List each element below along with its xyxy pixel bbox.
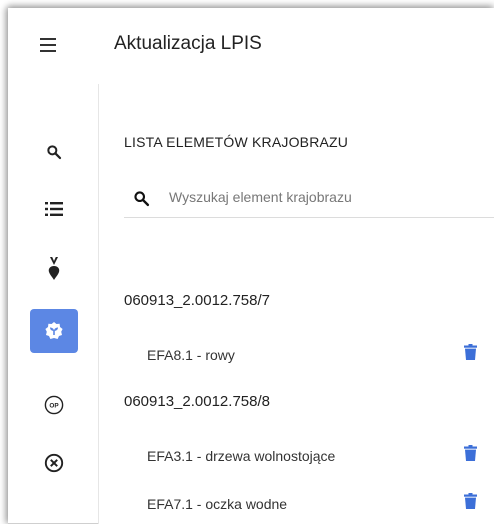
list-icon [45,202,63,216]
op-badge-text: OP [49,402,59,409]
close-circle-icon [44,453,64,473]
sidebar-item-op[interactable]: OP [29,385,79,425]
sidebar-item-list[interactable] [29,189,79,229]
landscape-element-item[interactable]: EFA8.1 - rowy [147,347,235,363]
sidebar-item-close[interactable] [29,443,79,483]
app-window: Aktualizacja LPIS OP LISTA ELEMETÓW KRAJ… [8,8,494,524]
search-underline [124,217,494,218]
search-icon [47,145,62,160]
beetroot-icon [48,257,60,280]
sidebar-item-search[interactable] [29,132,79,172]
op-badge-icon: OP [44,395,64,415]
search-input[interactable] [167,188,491,206]
trash-icon[interactable] [464,445,477,461]
plant-badge-icon [45,322,63,339]
search-icon [134,191,150,207]
hamburger-menu-icon[interactable] [40,38,58,54]
sidebar: OP [8,84,99,524]
page-title: Aktualizacja LPIS [114,33,262,54]
search-box[interactable] [124,180,494,218]
app-header: Aktualizacja LPIS [8,8,494,84]
landscape-element-item[interactable]: EFA3.1 - drzewa wolnostojące [147,448,335,464]
section-title: LISTA ELEMETÓW KRAJOBRAZU [124,134,349,150]
landscape-element-item[interactable]: EFA7.1 - oczka wodne [147,496,287,512]
parcel-group-title: 060913_2.0012.758/7 [124,292,270,309]
sidebar-item-landscape-elements[interactable] [30,309,78,353]
parcel-group-title: 060913_2.0012.758/8 [124,393,270,410]
trash-icon[interactable] [464,344,477,360]
landscape-elements-panel: LISTA ELEMETÓW KRAJOBRAZU 060913_2.0012.… [99,84,494,524]
trash-icon[interactable] [464,493,477,509]
sidebar-item-crops[interactable] [29,248,79,288]
